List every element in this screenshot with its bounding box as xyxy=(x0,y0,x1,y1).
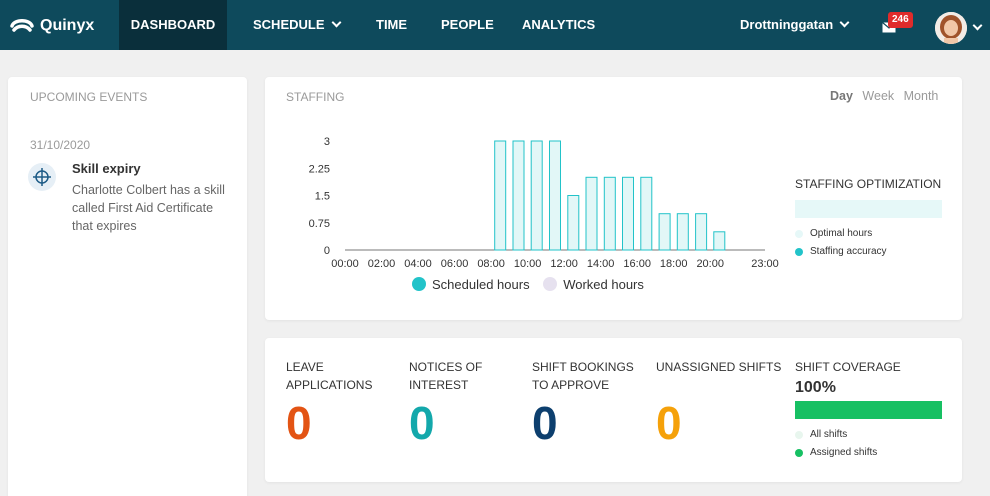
staffing-chart-legend: Scheduled hours Worked hours xyxy=(412,277,644,292)
staffing-accuracy-dot xyxy=(795,248,803,256)
staffing-card: STAFFING Day Week Month 0 0.75 1.5 2.25 3 00:… xyxy=(265,77,962,320)
legend-dot-icon xyxy=(543,277,558,291)
shift-bookings-label: SHIFT BOOKINGS TO APPROVE xyxy=(532,360,634,392)
notification-count-badge: 246 xyxy=(888,12,913,28)
crosshair-icon xyxy=(33,168,51,186)
chart-bar-scheduled xyxy=(676,213,689,251)
x-tick-label: 23:00 xyxy=(751,258,779,270)
x-tick-label: 08:00 xyxy=(477,258,505,270)
shift-coverage-track xyxy=(795,401,942,419)
x-tick-label: 16:00 xyxy=(623,258,651,270)
shift-coverage-label: SHIFT COVERAGE xyxy=(795,360,901,374)
chart-bar-scheduled xyxy=(512,140,525,251)
chevron-down-icon xyxy=(839,17,850,28)
nav-people[interactable]: PEOPLE xyxy=(441,0,494,50)
assigned-shifts-label: Assigned shifts xyxy=(810,447,878,458)
unassigned-shifts-count[interactable]: 0 xyxy=(656,398,682,448)
x-tick-label: 06:00 xyxy=(441,258,469,270)
chart-bar-scheduled xyxy=(494,140,507,251)
chevron-down-icon xyxy=(331,17,341,28)
upcoming-events-title: UPCOMING EVENTS xyxy=(30,90,148,104)
y-tick-label: 0.75 xyxy=(309,218,330,230)
legend-scheduled-label: Scheduled hours xyxy=(432,277,530,292)
chart-bar-scheduled xyxy=(567,195,580,251)
nav-analytics[interactable]: ANALYTICS xyxy=(522,0,595,50)
nav-dashboard-label: DASHBOARD xyxy=(130,17,216,32)
top-nav-bar: Quinyx DASHBOARD SCHEDULE TIME PEOPLE AN… xyxy=(0,0,990,50)
y-tick-label: 1.5 xyxy=(315,191,330,203)
location-selector[interactable]: Drottninggatan xyxy=(740,0,850,50)
optimal-hours-label: Optimal hours xyxy=(810,228,873,239)
x-tick-label: 04:00 xyxy=(404,258,432,270)
nav-analytics-label: ANALYTICS xyxy=(522,17,596,32)
nav-schedule-label: SCHEDULE xyxy=(253,17,325,32)
unassigned-shifts-label: UNASSIGNED SHIFTS xyxy=(656,360,782,374)
period-month[interactable]: Month xyxy=(904,89,939,103)
chart-bar-scheduled xyxy=(530,140,543,251)
staffing-accuracy-label: Staffing accuracy xyxy=(810,246,887,257)
all-shifts-dot xyxy=(795,431,803,439)
chart-bar-scheduled xyxy=(603,176,616,251)
event-item-description: Charlotte Colbert has a skill called Fir… xyxy=(72,183,225,233)
stats-card: LEAVE APPLICATIONS 0 NOTICES OF INTEREST… xyxy=(265,338,962,482)
period-selector: Day Week Month xyxy=(830,89,938,103)
chart-bar-scheduled xyxy=(640,176,653,251)
x-tick-label: 02:00 xyxy=(368,258,396,270)
chart-bar-scheduled xyxy=(622,176,634,251)
logo-text: Quinyx xyxy=(40,17,95,34)
y-tick-label: 0 xyxy=(324,245,330,257)
x-tick-label: 14:00 xyxy=(587,258,615,270)
assigned-shifts-dot xyxy=(795,449,803,457)
event-item-title[interactable]: Skill expiry xyxy=(72,161,141,176)
all-shifts-label: All shifts xyxy=(810,429,848,440)
chart-bar-scheduled xyxy=(585,176,598,251)
chevron-down-icon[interactable] xyxy=(972,20,983,31)
nav-people-label: PEOPLE xyxy=(441,17,494,32)
legend-dot-icon xyxy=(412,277,426,291)
event-icon-circle xyxy=(28,163,56,191)
shift-coverage-fill xyxy=(795,401,942,419)
avatar-image xyxy=(935,12,967,44)
nav-dashboard[interactable]: DASHBOARD xyxy=(119,0,227,50)
y-tick-label: 2.25 xyxy=(309,163,330,175)
nav-schedule[interactable]: SCHEDULE xyxy=(253,0,341,50)
x-tick-label: 10:00 xyxy=(514,258,542,270)
chart-bar-scheduled xyxy=(713,231,726,251)
y-tick-label: 3 xyxy=(324,136,330,148)
period-day[interactable]: Day xyxy=(830,89,853,103)
nav-time[interactable]: TIME xyxy=(376,0,407,50)
staffing-optimization-title: STAFFING OPTIMIZATION xyxy=(795,177,942,191)
x-tick-label: 20:00 xyxy=(696,258,724,270)
legend-worked-label: Worked hours xyxy=(563,277,644,292)
quinyx-logo-icon xyxy=(10,19,34,32)
chart-bar-scheduled xyxy=(695,213,708,251)
user-avatar[interactable] xyxy=(935,12,967,44)
legend-scheduled-hours[interactable]: Scheduled hours xyxy=(412,277,530,292)
staffing-title: STAFFING xyxy=(286,90,345,104)
notices-of-interest-count[interactable]: 0 xyxy=(409,398,435,448)
location-label: Drottninggatan xyxy=(740,17,834,32)
leave-applications-label: LEAVE APPLICATIONS xyxy=(286,360,373,392)
shift-coverage-value: 100% xyxy=(795,379,836,396)
period-week[interactable]: Week xyxy=(862,89,894,103)
chart-bar-scheduled xyxy=(549,140,561,251)
x-tick-label: 00:00 xyxy=(331,258,359,270)
x-tick-label: 18:00 xyxy=(660,258,688,270)
quinyx-logo[interactable]: Quinyx xyxy=(10,14,94,38)
leave-applications-count[interactable]: 0 xyxy=(286,398,312,448)
staffing-chart: 0 0.75 1.5 2.25 3 00:00 02:00 04:00 06:00 08:00 10… xyxy=(309,136,779,270)
staffing-optimization-bar xyxy=(795,200,942,218)
shift-bookings-count[interactable]: 0 xyxy=(532,398,558,448)
upcoming-events-card: UPCOMING EVENTS 31/10/2020 Skill expiry … xyxy=(8,77,247,496)
optimal-hours-dot xyxy=(795,230,803,238)
nav-time-label: TIME xyxy=(376,17,408,32)
chart-bar-scheduled xyxy=(658,213,671,251)
legend-worked-hours[interactable]: Worked hours xyxy=(543,277,644,292)
event-date: 31/10/2020 xyxy=(30,138,91,152)
x-tick-label: 12:00 xyxy=(550,258,578,270)
notices-of-interest-label: NOTICES OF INTEREST xyxy=(409,360,483,392)
